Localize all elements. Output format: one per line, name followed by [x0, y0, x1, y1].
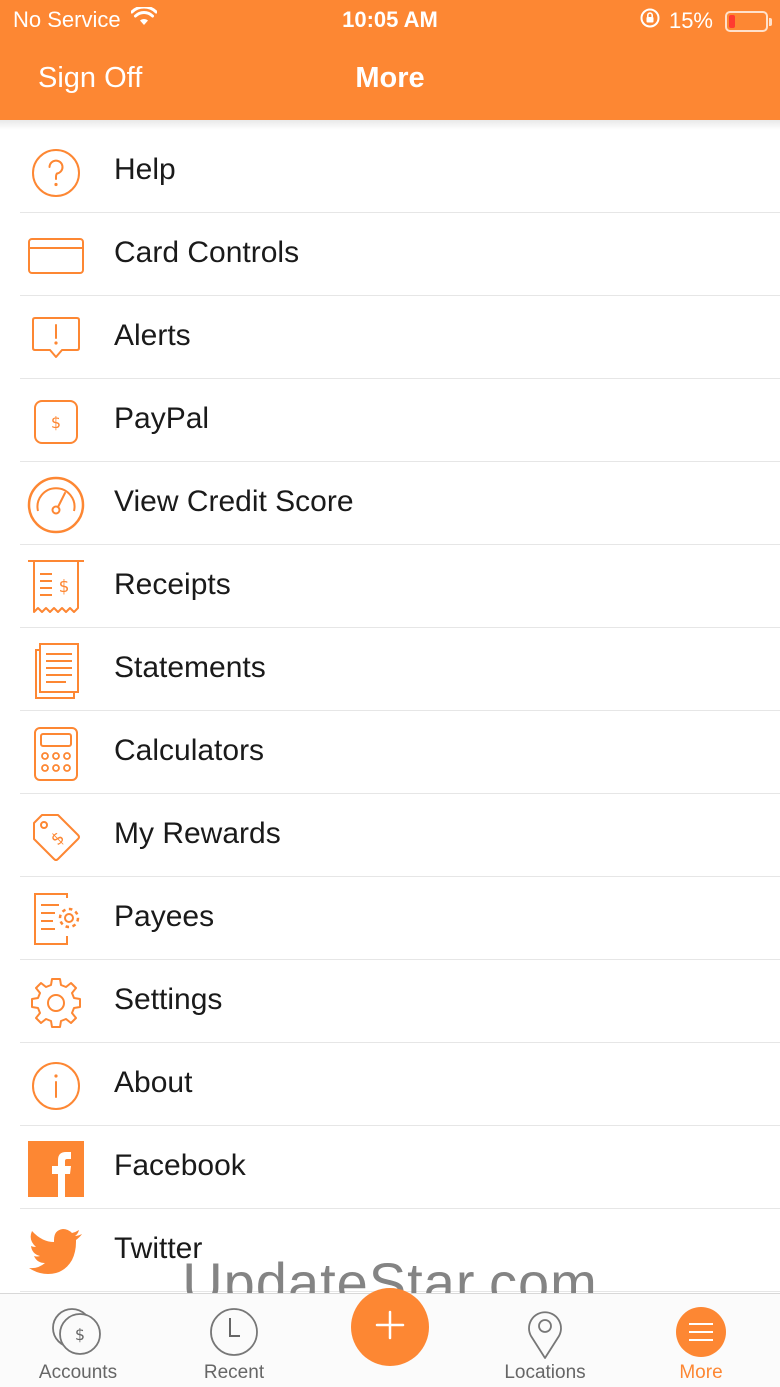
menu-item-view-credit-score[interactable]: View Credit Score	[0, 462, 780, 545]
tab-accounts[interactable]: $ Accounts	[20, 1294, 136, 1387]
menu-item-statements[interactable]: Statements	[0, 628, 780, 711]
statements-icon	[25, 640, 87, 702]
menu-item-alerts[interactable]: Alerts	[0, 296, 780, 379]
nav-divider	[0, 120, 780, 130]
menu-item-payees[interactable]: Payees	[0, 877, 780, 960]
help-icon	[25, 142, 87, 204]
tab-label: Accounts	[38, 1362, 118, 1383]
add-button[interactable]	[351, 1288, 429, 1366]
payees-icon	[25, 889, 87, 951]
menu-item-settings[interactable]: Settings	[0, 960, 780, 1043]
menu-item-label: View Credit Score	[114, 485, 354, 518]
info-icon	[25, 1055, 87, 1117]
paypal-icon: $	[25, 391, 87, 453]
menu-hamburger-icon	[675, 1306, 727, 1363]
tab-label: Locations	[504, 1362, 586, 1383]
menu-item-label: Calculators	[114, 734, 265, 767]
menu-item-calculators[interactable]: Calculators	[0, 711, 780, 794]
location-pin-icon	[525, 1306, 565, 1365]
menu-item-card-controls[interactable]: Card Controls	[0, 213, 780, 296]
menu-item-paypal[interactable]: $ PayPal	[0, 379, 780, 462]
menu-item-label: Twitter	[114, 1232, 203, 1265]
menu-item-twitter[interactable]: Twitter	[0, 1209, 780, 1292]
svg-text:$: $	[75, 1325, 85, 1344]
page-title: More	[355, 62, 425, 94]
nav-bar: Sign Off More	[0, 40, 780, 120]
calculator-icon	[25, 723, 87, 785]
tab-locations[interactable]: Locations	[490, 1294, 600, 1387]
alert-icon	[25, 308, 87, 370]
orientation-lock-icon	[639, 7, 661, 35]
facebook-icon	[25, 1138, 87, 1200]
menu-item-label: PayPal	[114, 402, 210, 435]
plus-icon	[374, 1309, 406, 1346]
svg-text:$: $	[59, 577, 70, 597]
gauge-icon	[25, 474, 87, 536]
gear-icon	[25, 972, 87, 1034]
svg-text:$: $	[51, 413, 61, 432]
battery-percent: 15%	[668, 8, 713, 33]
menu-item-label: Alerts	[114, 319, 191, 352]
status-bar: No Service 10:05 AM 15%	[0, 0, 780, 40]
menu-item-label: My Rewards	[114, 817, 281, 850]
menu-item-facebook[interactable]: Facebook	[0, 1126, 780, 1209]
accounts-coins-icon: $	[48, 1306, 108, 1363]
svg-text:$: $	[47, 828, 69, 850]
menu-item-label: Settings	[114, 983, 223, 1016]
more-menu-list: Help Card Controls Alerts $ PayPal View …	[0, 130, 780, 1292]
menu-item-about[interactable]: About	[0, 1043, 780, 1126]
tab-recent[interactable]: Recent	[178, 1294, 290, 1387]
menu-item-help[interactable]: Help	[0, 130, 780, 213]
menu-item-label: Facebook	[114, 1149, 246, 1182]
menu-item-receipts[interactable]: $ Receipts	[0, 545, 780, 628]
menu-item-label: Help	[114, 153, 176, 186]
menu-item-label: About	[114, 1066, 193, 1099]
clock-icon	[208, 1306, 260, 1363]
menu-item-label: Card Controls	[114, 236, 300, 269]
menu-item-label: Payees	[114, 900, 215, 933]
menu-item-my-rewards[interactable]: $ My Rewards	[0, 794, 780, 877]
twitter-icon	[25, 1221, 87, 1283]
tab-more[interactable]: More	[650, 1294, 752, 1387]
tab-label: Recent	[203, 1362, 265, 1383]
menu-item-label: Statements	[114, 651, 266, 684]
battery-icon	[725, 10, 772, 32]
tab-label: More	[679, 1362, 723, 1383]
rewards-tag-icon: $	[25, 806, 87, 868]
card-icon	[25, 225, 87, 287]
receipt-icon: $	[25, 557, 87, 619]
menu-item-label: Receipts	[114, 568, 231, 601]
